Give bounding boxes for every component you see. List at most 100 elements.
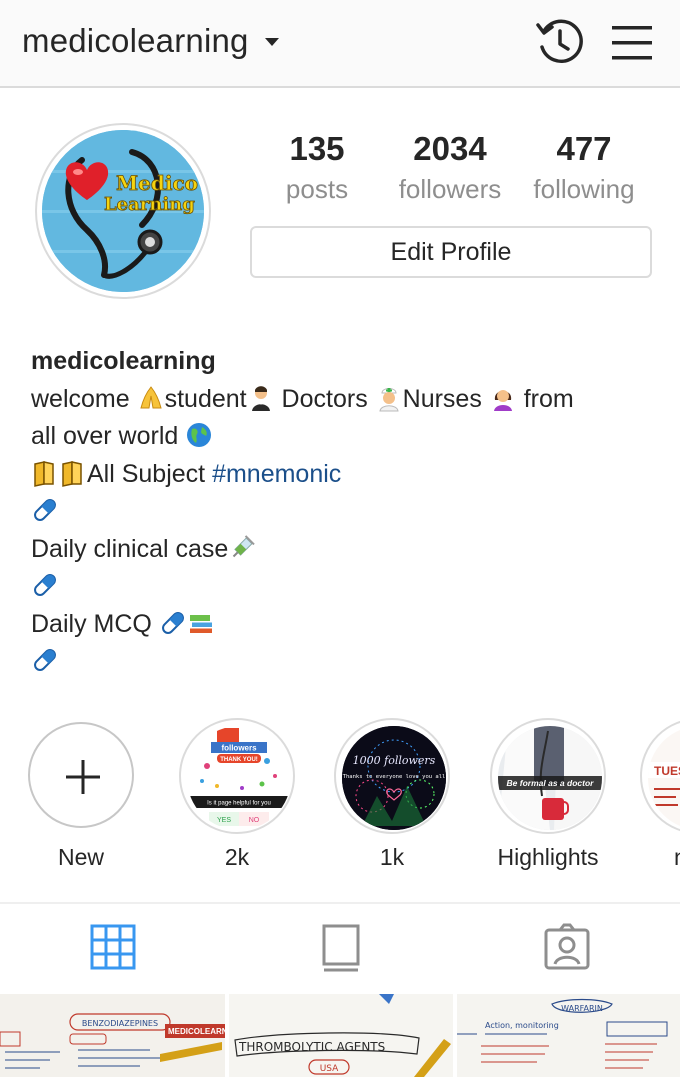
post-thumbnail[interactable]: BENZODIAZEPINES MEDICOLEARNING [0,994,225,1077]
bio-text: from [516,384,574,413]
bio-line-7: Daily MCQ [31,606,671,644]
bio-text: All Subject [87,459,213,488]
highlight-ring: followers THANK YOU! Is it page helpful … [179,718,295,834]
bio-text: Daily clinical case [31,534,229,563]
highlight-label: New [57,844,104,870]
highlight-cover-image: followers THANK YOU! Is it page helpful … [187,726,291,830]
highlight-2k[interactable]: followers THANK YOU! Is it page helpful … [175,718,299,871]
bio-name: medicolearning [31,347,216,375]
highlight-new-ring [28,722,134,828]
bio-line-3: All Subject #mnemonic [31,456,671,494]
following-stat[interactable]: 477 following [514,130,654,205]
post-thumbnail[interactable]: THROMBOLYTIC AGENTS USA [229,994,453,1077]
bio-line-4 [31,493,671,531]
highlight-cover-image: Be formal as a doctor [498,726,602,830]
post-3-sub: Action, monitoring [485,1021,559,1030]
bio-line-6 [31,568,671,606]
cover-followers-text: followers [221,744,257,753]
logo-text-medico: Medico [116,171,198,195]
profile-bio: medicolearning welcome student Doctors N… [31,343,671,681]
folded-hands-icon [139,385,162,408]
avatar-image: Medico Learning [42,130,204,292]
book-icon [34,460,54,487]
post-image: BENZODIAZEPINES MEDICOLEARNING [0,994,225,1077]
bio-text: student [164,384,247,413]
history-icon[interactable] [534,17,586,69]
plus-icon [66,760,100,794]
section-divider [0,902,680,904]
cover-thankyou-text: THANK YOU! [220,757,258,763]
pill-icon [161,611,184,634]
globe-icon [187,423,212,447]
highlight-cover: TUESD [648,726,680,830]
feed-icon[interactable] [318,922,366,974]
cover-tuesday-text: TUESD [654,764,680,778]
bio-line-2: all over world [31,418,671,456]
bio-text: Nurses [402,384,489,413]
highlight-new[interactable]: New [19,722,143,871]
grid-icon[interactable] [90,922,138,974]
books-icon [189,614,212,633]
post-3-title: WARFARIN [561,1004,603,1013]
cover-no-text: NO [249,817,260,824]
following-count: 477 [556,130,612,167]
hashtag-link[interactable]: #mnemonic [212,460,341,488]
post-image: WARFARIN Action, monitoring [457,994,680,1077]
highlight-highlights[interactable]: Be formal as a doctor Highlights [486,718,610,871]
logo-text-learning: Learning [104,194,195,215]
tagged-icon[interactable] [544,922,592,974]
highlight-partial[interactable]: TUESD n [640,718,680,871]
cover-formal-text: Be formal as a doctor [507,778,595,788]
highlight-cover-image: 1000 followers Thanks to everyone love y… [342,726,446,830]
highlight-ring: Be formal as a doctor [490,718,606,834]
cover-thanks-text: Thanks to everyone love you all [343,774,446,780]
followers-label: followers [398,174,502,204]
health-worker-icon [379,387,399,411]
syringe-icon [233,534,256,557]
menu-icon[interactable] [610,22,654,64]
cover-yes-text: YES [217,817,231,824]
bio-text: welcome [31,384,137,413]
following-label: following [533,174,635,204]
bio-line-8 [31,643,671,681]
cover-1000-text: 1000 followers [353,754,436,767]
post-1-title: BENZODIAZEPINES [82,1019,158,1028]
highlight-cover: 1000 followers Thanks to everyone love y… [342,726,446,830]
bio-text: all over world [31,422,186,450]
top-bar: medicolearning [0,0,680,88]
woman-icon [493,389,512,411]
header-username: medicolearning [22,22,249,59]
post-image: THROMBOLYTIC AGENTS USA [229,994,453,1077]
bio-line-5: Daily clinical case [31,531,671,569]
pill-icon [34,574,56,596]
highlight-cover: followers THANK YOU! Is it page helpful … [187,726,291,830]
bio-line-1: welcome student Doctors Nurses from [31,381,671,419]
highlight-label: 2k [224,844,250,870]
highlight-label: n [640,844,680,871]
pill-icon [34,649,56,671]
edit-profile-button[interactable]: Edit Profile [250,226,652,278]
post-thumbnail[interactable]: WARFARIN Action, monitoring [457,994,680,1077]
cover-question-text: Is it page helpful for you [207,801,271,807]
highlight-label: Highlights [497,844,599,870]
book-icon [62,460,82,487]
man-student-icon [251,385,270,411]
followers-stat[interactable]: 2034 followers [380,130,520,205]
followers-count: 2034 [413,130,487,167]
stethoscope-logo: Medico Learning [42,130,204,292]
highlight-label: 1k [379,844,405,870]
post-1-tag: MEDICOLEARNING [168,1027,225,1036]
post-2-title: THROMBOLYTIC AGENTS [238,1040,385,1054]
account-switcher[interactable]: medicolearning [22,22,279,60]
highlight-1k[interactable]: 1000 followers Thanks to everyone love y… [330,718,454,871]
pill-icon [34,499,56,521]
highlight-cover-image: TUESD [648,726,680,830]
bio-text: Daily MCQ [31,609,159,638]
posts-count: 135 [289,130,345,167]
posts-label: posts [285,174,349,204]
highlight-ring: 1000 followers Thanks to everyone love y… [334,718,450,834]
profile-avatar[interactable]: Medico Learning [35,123,211,299]
bio-text: Doctors [274,384,375,413]
highlight-ring: TUESD [640,718,680,834]
posts-stat[interactable]: 135 posts [247,130,387,205]
